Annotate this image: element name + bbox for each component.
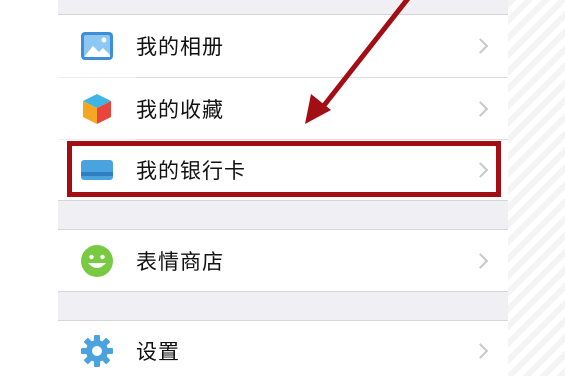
- menu-row-label: 我的收藏: [136, 97, 224, 122]
- screenshot-stage: 我的相册 我的收藏 我的银行卡 表情商店 设置: [0, 0, 565, 376]
- menu-row-settings[interactable]: 设置: [58, 321, 508, 376]
- group-bottom-border: [58, 291, 508, 292]
- chevron-right-icon: [472, 252, 489, 269]
- menu-row-my-favorites[interactable]: 我的收藏: [58, 78, 508, 139]
- right-margin: [508, 0, 565, 376]
- left-margin: [0, 0, 58, 376]
- smiley-face-icon: [81, 244, 113, 277]
- highlight-annotation-box: [67, 141, 501, 197]
- photo-album-icon: [81, 32, 113, 60]
- chevron-right-icon: [472, 100, 489, 117]
- menu-row-my-albums[interactable]: 我的相册: [58, 15, 508, 77]
- gear-icon: [81, 335, 113, 367]
- menu-row-sticker-store[interactable]: 表情商店: [58, 230, 508, 291]
- menu-row-label: 设置: [136, 340, 180, 364]
- chevron-right-icon: [472, 38, 489, 54]
- menu-row-label: 表情商店: [136, 249, 224, 274]
- group-bottom-border: [58, 200, 508, 201]
- chevron-right-icon: [472, 343, 489, 359]
- favorites-cube-icon: [83, 93, 111, 124]
- menu-row-label: 我的相册: [136, 35, 224, 59]
